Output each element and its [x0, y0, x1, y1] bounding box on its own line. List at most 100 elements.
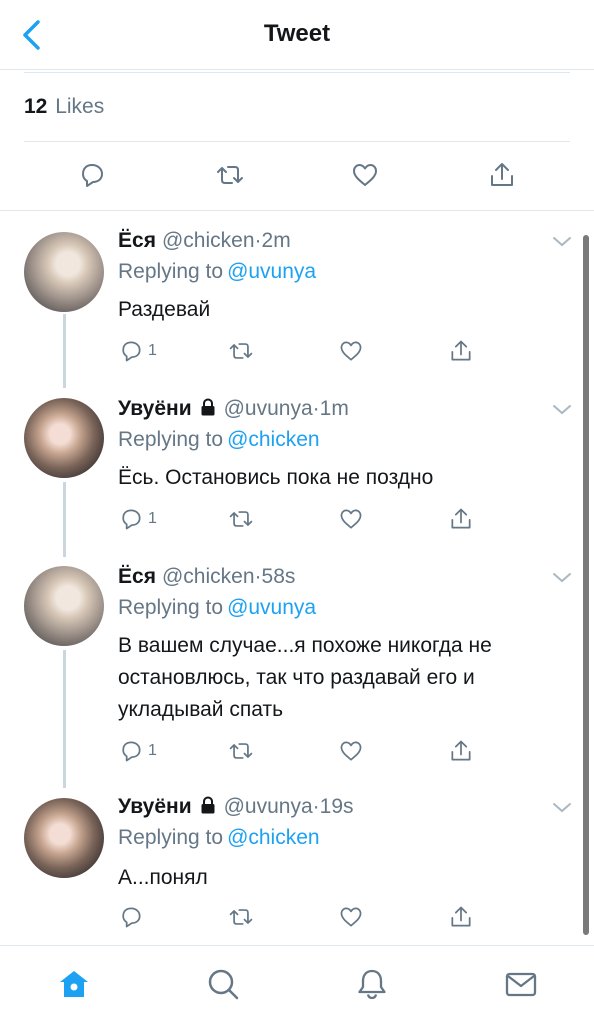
share-button[interactable] [448, 902, 474, 932]
scrollbar[interactable] [583, 235, 589, 935]
tweet-header: Ёся @chicken·58s [118, 565, 295, 589]
avatar[interactable] [24, 798, 104, 878]
reply-count: 1 [148, 342, 157, 359]
user-handle: @uvunya [223, 397, 313, 420]
reply-button[interactable]: 1 [118, 336, 157, 366]
tweet-text: В вашем случае...я похоже никогда не ост… [118, 634, 492, 721]
share-icon [451, 906, 471, 927]
share-button[interactable] [482, 155, 522, 195]
bell-icon [358, 969, 386, 1000]
tab-messages[interactable] [501, 964, 541, 1004]
time-separator: · [312, 397, 320, 420]
replying-to-link[interactable]: @chicken [227, 428, 320, 451]
tweet-header: Ёся @chicken·2m [118, 229, 291, 253]
like-button[interactable] [338, 336, 364, 366]
avatar[interactable] [24, 232, 104, 312]
tweet-text: А...понял [118, 866, 208, 889]
avatar[interactable] [24, 398, 104, 478]
share-icon [451, 508, 471, 529]
replying-label: Replying to [118, 596, 224, 619]
chevron-down-icon[interactable] [550, 230, 574, 254]
thread-line [63, 482, 66, 557]
heart-icon [340, 907, 362, 927]
replying-to-link[interactable]: @uvunya [227, 260, 316, 283]
likes-count[interactable]: 12 Likes [24, 95, 104, 119]
tweet-time: 19s [319, 795, 354, 818]
home-icon [60, 971, 88, 997]
reply-action-bar: 1 [118, 336, 558, 366]
tweet-header: Увуёни @uvunya·19s [118, 795, 354, 819]
display-name[interactable]: Ёся [118, 565, 156, 588]
display-name[interactable]: Увуёни [118, 397, 192, 420]
like-button[interactable] [345, 155, 385, 195]
reply-button[interactable]: 1 [118, 736, 157, 766]
mail-icon [505, 972, 537, 997]
replying-label: Replying to [118, 428, 224, 451]
retweet-button[interactable] [228, 902, 254, 932]
replying-to: Replying to @uvunya [118, 260, 316, 284]
reply-button[interactable] [72, 155, 112, 195]
reply-action-bar: 1 [118, 504, 558, 534]
tweet-time: 1m [319, 397, 349, 420]
user-handle: @chicken [161, 565, 255, 588]
reply-action-bar: 1 [118, 736, 558, 766]
header-divider [0, 69, 594, 70]
replying-to-link[interactable]: @uvunya [227, 596, 316, 619]
likes-label: Likes [55, 95, 105, 118]
tweet-time: 2m [261, 229, 291, 252]
share-icon [451, 740, 471, 761]
replying-to: Replying to @chicken [118, 428, 320, 452]
reply-icon [122, 741, 141, 762]
likes-number: 12 [24, 95, 48, 118]
like-button[interactable] [338, 902, 364, 932]
replying-to-link[interactable]: @chicken [227, 826, 320, 849]
divider [24, 72, 570, 73]
tweet-time: 58s [261, 565, 296, 588]
search-icon [208, 969, 239, 1000]
reply-icon [122, 341, 141, 362]
thread-line [63, 314, 66, 388]
chevron-down-icon[interactable] [550, 566, 574, 590]
like-button[interactable] [338, 504, 364, 534]
lock-icon [201, 796, 215, 814]
share-icon [451, 340, 471, 361]
chevron-down-icon[interactable] [550, 398, 574, 422]
tweet-action-bar [0, 155, 594, 199]
tab-notifications[interactable] [352, 964, 392, 1004]
reply-button[interactable] [118, 902, 148, 932]
replying-to: Replying to @uvunya [118, 596, 316, 620]
tweet-text: Ёсь. Остановись пока не поздно [118, 466, 434, 489]
page-title: Tweet [263, 20, 331, 47]
lock-icon [201, 398, 215, 416]
reply-icon [122, 907, 141, 928]
retweet-button[interactable] [210, 155, 250, 195]
tweet-header: Увуёни @uvunya·1m [118, 397, 349, 421]
display-name[interactable]: Ёся [118, 229, 156, 252]
tab-search[interactable] [203, 964, 243, 1004]
share-button[interactable] [448, 336, 474, 366]
retweet-icon [229, 343, 253, 359]
retweet-icon [229, 511, 253, 527]
tab-home[interactable] [54, 964, 94, 1004]
replying-label: Replying to [118, 260, 224, 283]
heart-icon [353, 164, 377, 186]
retweet-icon [217, 166, 243, 184]
time-separator: · [254, 565, 262, 588]
divider [24, 141, 570, 142]
heart-icon [340, 741, 362, 761]
chevron-down-icon[interactable] [550, 796, 574, 820]
display-name[interactable]: Увуёни [118, 795, 192, 818]
replying-label: Replying to [118, 826, 224, 849]
retweet-button[interactable] [228, 736, 254, 766]
retweet-button[interactable] [228, 336, 254, 366]
like-button[interactable] [338, 736, 364, 766]
share-button[interactable] [448, 736, 474, 766]
reply-button[interactable]: 1 [118, 504, 157, 534]
share-button[interactable] [448, 504, 474, 534]
reply-icon [82, 164, 103, 187]
avatar[interactable] [24, 566, 104, 646]
bottom-tab-bar [0, 945, 594, 1025]
reply-count: 1 [148, 742, 157, 759]
retweet-button[interactable] [228, 504, 254, 534]
reply-icon [122, 509, 141, 530]
